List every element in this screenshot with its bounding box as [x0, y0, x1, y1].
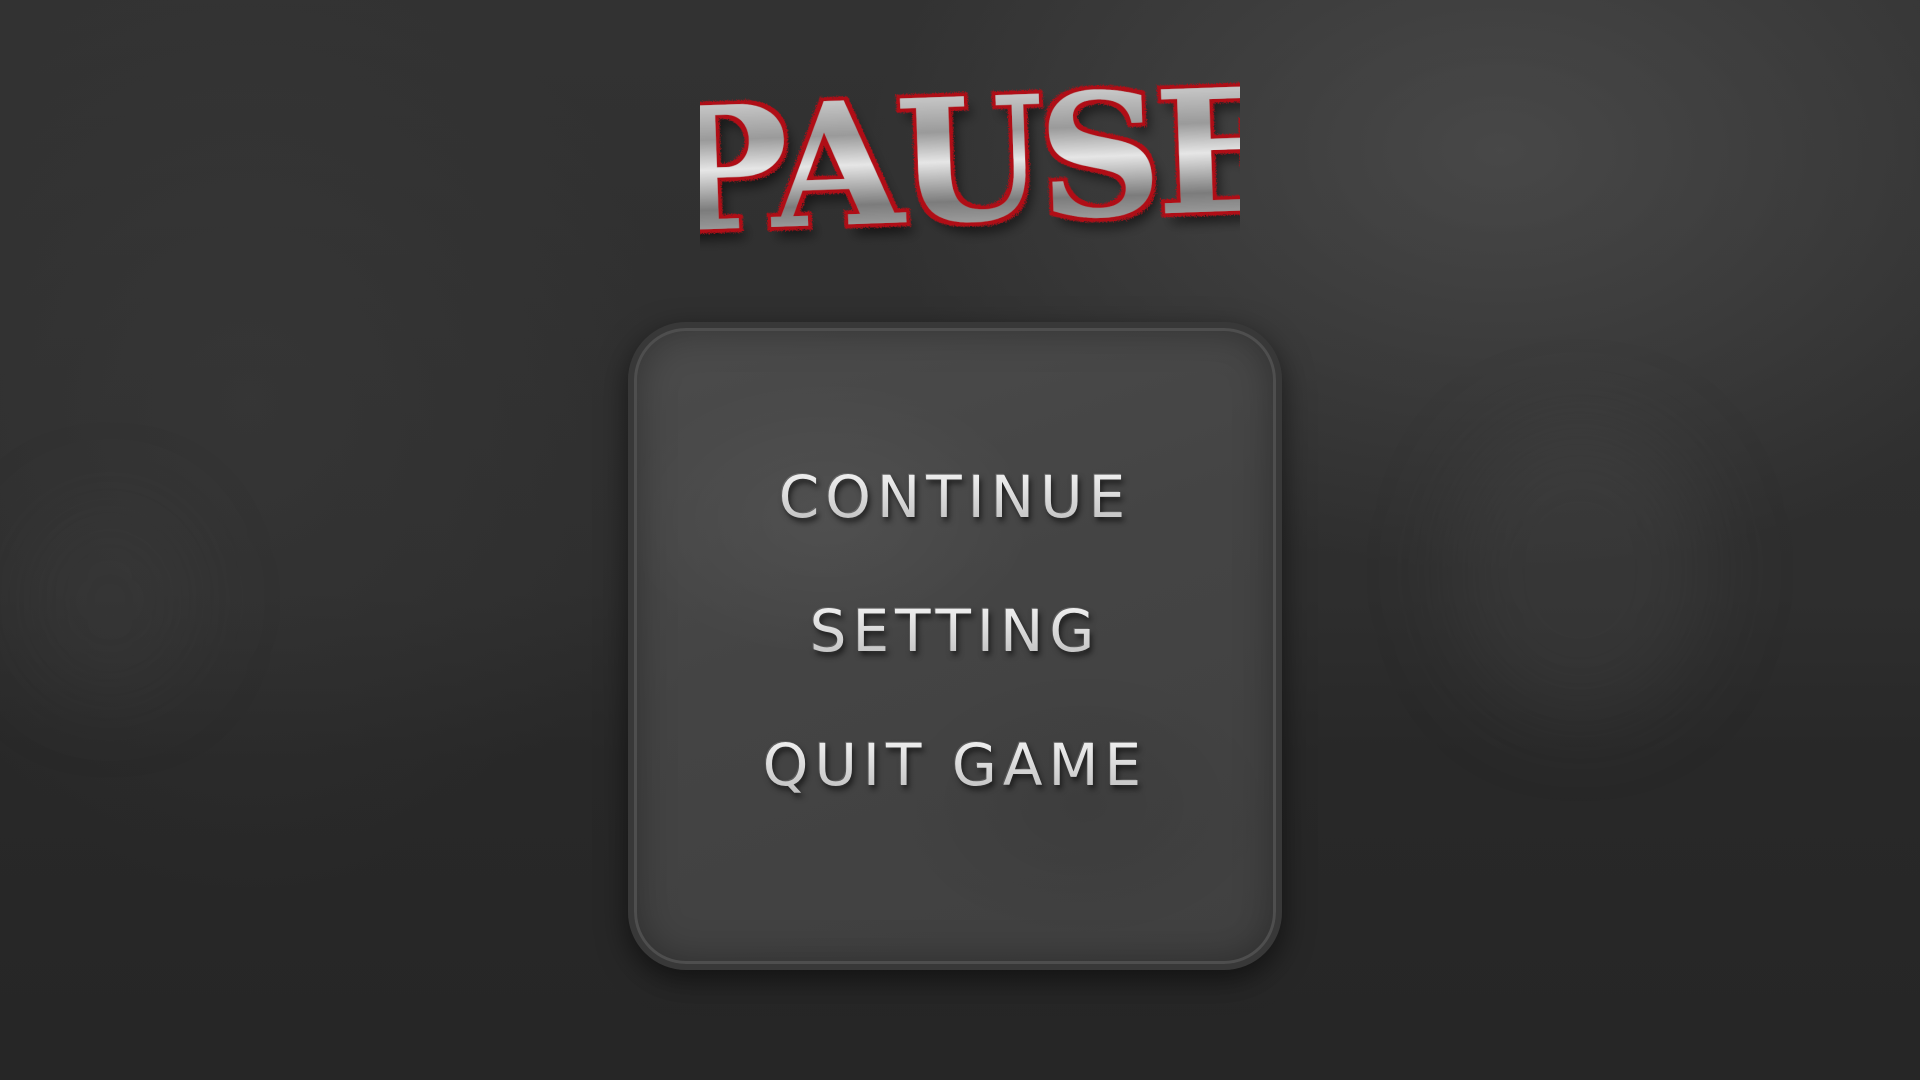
game-screen: PAUSE CONTINUE SETTING QUIT GAME — [0, 0, 1920, 1080]
quit-game-button[interactable]: QUIT GAME — [763, 736, 1147, 870]
blurred-background — [20, 500, 200, 700]
continue-button[interactable]: CONTINUE — [779, 468, 1132, 602]
pause-title-text: PAUSE — [700, 50, 1240, 270]
blurred-background — [1450, 420, 1710, 720]
pause-title: PAUSE — [700, 40, 1240, 270]
pause-menu: CONTINUE SETTING QUIT GAME — [628, 322, 1282, 970]
setting-button[interactable]: SETTING — [810, 602, 1101, 736]
